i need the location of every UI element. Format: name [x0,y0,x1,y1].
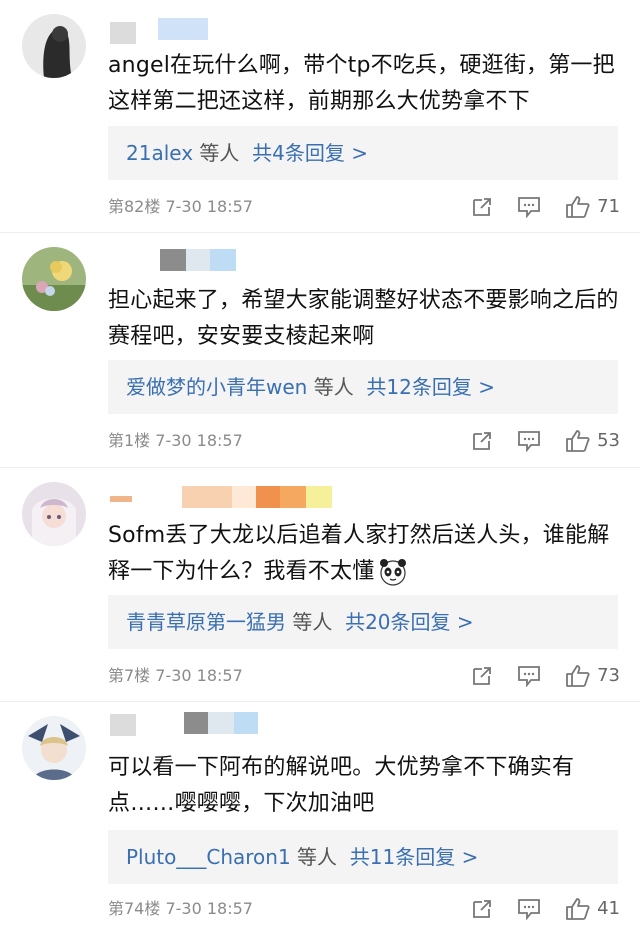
reply-users: 爱做梦的小青年wen [126,375,308,399]
reply-count: 共11条回复 > [349,845,479,869]
reply-users: Pluto___Charon1 [126,845,291,869]
floor-and-time: 第82楼 7-30 18:57 [108,197,253,216]
share-icon [473,432,491,450]
reply-users: 青青草原第一猛男 [126,610,286,634]
like-button[interactable]: 53 [565,426,620,456]
reply-suffix: 等人 [193,141,253,165]
comment-text-body: Sofm丢了大龙以后追着人家打然后送人头，谁能解释一下为什么？我看不太懂 [108,523,610,584]
username-redacted [110,712,258,738]
share-button[interactable] [471,196,493,218]
comment-item: 担心起来了，希望大家能调整好状态不要影响之后的赛程吧，安安要支棱起来啊 爱做梦的… [0,233,640,465]
avatar[interactable] [22,716,86,780]
reply-count: 共12条回复 > [366,375,495,399]
avatar-image [22,482,86,546]
share-button[interactable] [471,430,493,452]
reply-users: 21alex [126,141,194,165]
comment-icon [518,431,540,452]
like-button[interactable]: 73 [565,661,620,691]
like-button[interactable]: 71 [565,192,620,222]
thumbs-up-icon [566,665,590,687]
comment-text: 可以看一下阿布的解说吧。大优势拿不下确实有点……嘤嘤嘤，下次加油吧 [108,755,575,816]
comment-meta: 第7楼 7-30 18:57 73 [108,661,620,691]
reply-suffix: 等人 [307,375,367,399]
reply-summary-link[interactable]: 爱做梦的小青年wen 等人 共12条回复 > [108,360,618,414]
avatar[interactable] [22,247,86,311]
reply-summary-link[interactable]: 21alex 等人 共4条回复 > [108,126,618,180]
floor-and-time: 第74楼 7-30 18:57 [108,899,253,918]
comment-icon [518,197,540,218]
avatar[interactable] [22,14,86,78]
username-redacted [110,486,332,512]
panda-emoji-icon [380,559,407,586]
username-redacted [110,249,236,275]
comment-meta: 第1楼 7-30 18:57 53 [108,426,620,456]
floor-and-time: 第1楼 7-30 18:57 [108,431,243,450]
comment-text: angel在玩什么啊，带个tp不吃兵，硬逛街，第一把这样第二把还这样，前期那么大… [108,53,615,114]
reply-button[interactable] [517,665,541,687]
username-redacted [110,18,208,44]
avatar-image [22,14,86,78]
like-count: 73 [597,665,620,686]
reply-summary-link[interactable]: Pluto___Charon1 等人 共11条回复 > [108,830,618,884]
reply-count: 共20条回复 > [345,610,474,634]
like-button[interactable]: 41 [565,894,620,924]
comment-icon [518,899,540,920]
comment-text: Sofm丢了大龙以后追着人家打然后送人头，谁能解释一下为什么？我看不太懂 [108,518,628,590]
comment-meta: 第82楼 7-30 18:57 71 [108,192,620,222]
avatar-image [22,716,86,780]
comment-meta: 第74楼 7-30 18:57 41 [108,894,620,924]
like-count: 71 [597,196,620,217]
comment-item: Sofm丢了大龙以后追着人家打然后送人头，谁能解释一下为什么？我看不太懂 青青草… [0,468,640,700]
thumbs-up-icon [566,196,590,218]
share-icon [473,198,491,216]
comment-item: angel在玩什么啊，带个tp不吃兵，硬逛街，第一把这样第二把还这样，前期那么大… [0,0,640,230]
comment-text: 担心起来了，希望大家能调整好状态不要影响之后的赛程吧，安安要支棱起来啊 [108,288,619,349]
comment-icon [518,666,540,687]
like-count: 53 [597,430,620,451]
reply-count: 共4条回复 > [252,141,368,165]
reply-button[interactable] [517,898,541,920]
share-button[interactable] [471,665,493,687]
reply-button[interactable] [517,430,541,452]
like-count: 41 [597,898,620,919]
comment-item: 可以看一下阿布的解说吧。大优势拿不下确实有点……嘤嘤嘤，下次加油吧 Pluto_… [0,702,640,928]
reply-button[interactable] [517,196,541,218]
share-icon [473,900,491,918]
share-button[interactable] [471,898,493,920]
avatar-image [22,247,86,311]
avatar[interactable] [22,482,86,546]
share-icon [473,667,491,685]
reply-suffix: 等人 [286,610,346,634]
floor-and-time: 第7楼 7-30 18:57 [108,666,243,685]
reply-summary-link[interactable]: 青青草原第一猛男 等人 共20条回复 > [108,595,618,649]
reply-suffix: 等人 [290,845,350,869]
thumbs-up-icon [566,430,590,452]
thumbs-up-icon [566,898,590,920]
